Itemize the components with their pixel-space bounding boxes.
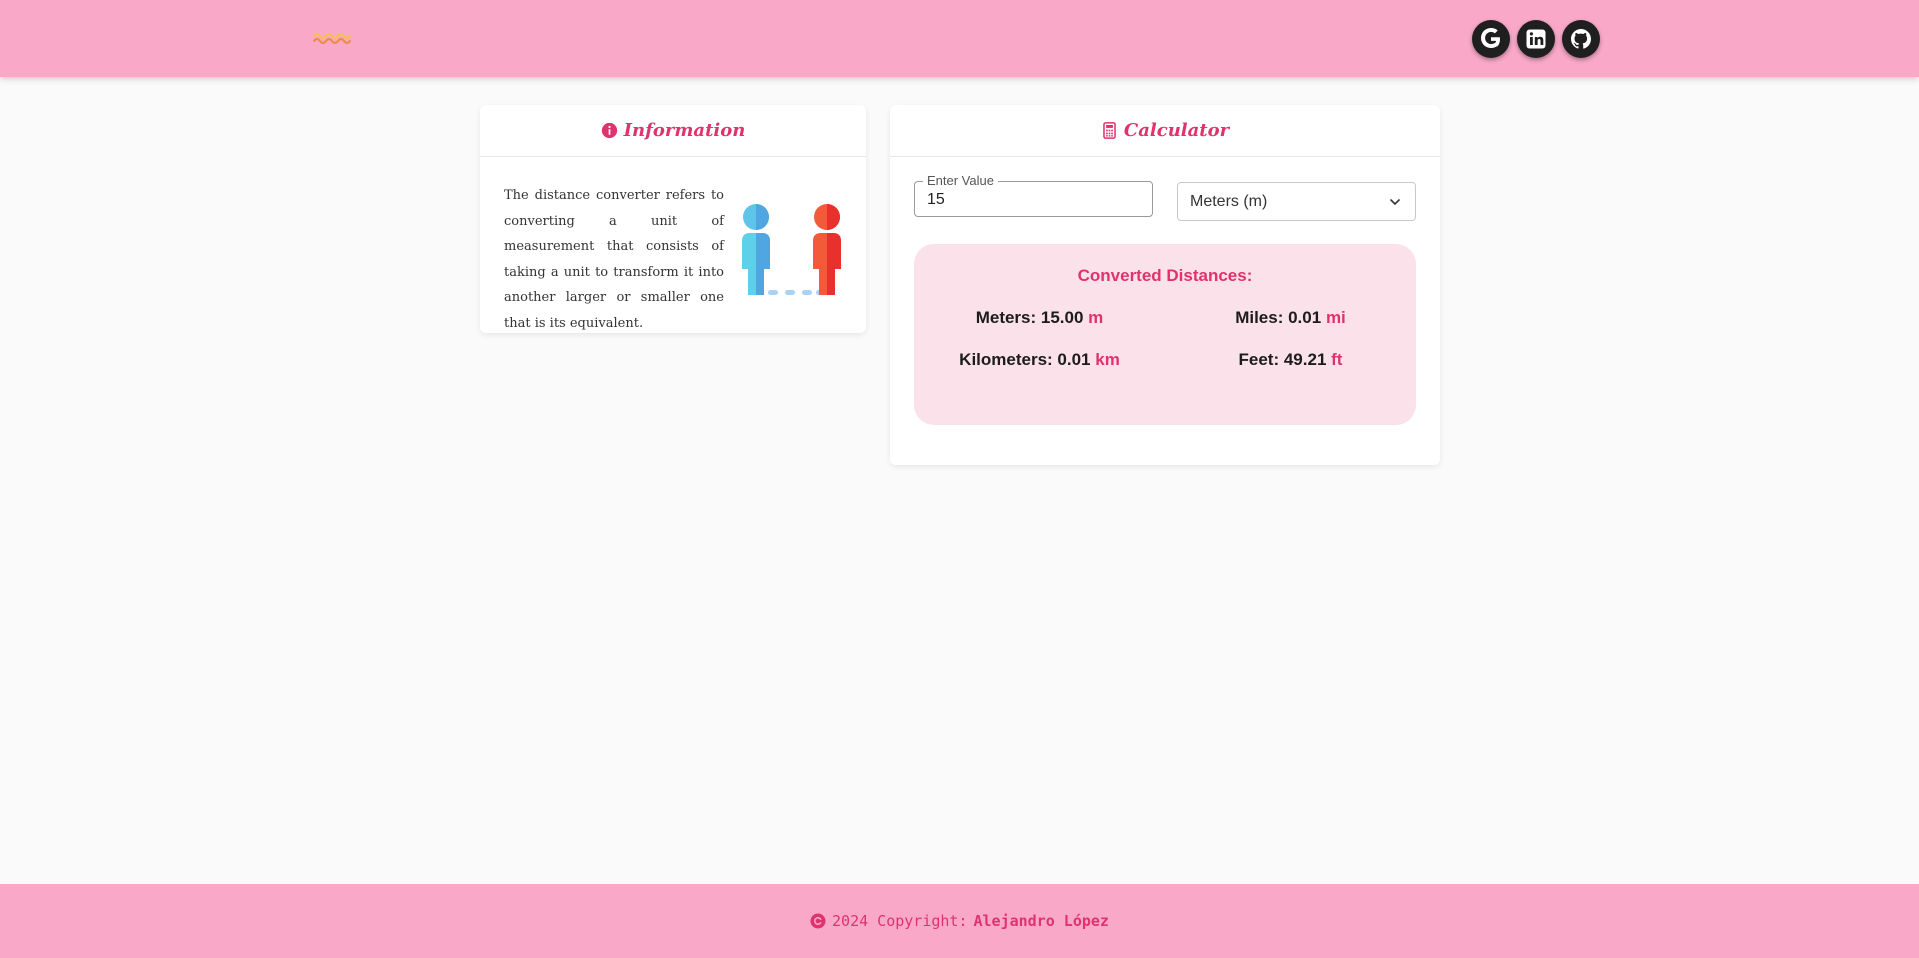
information-text: The distance converter refers to convert…: [504, 188, 724, 331]
linkedin-button[interactable]: [1517, 20, 1555, 58]
results-title: Converted Distances:: [1077, 266, 1253, 285]
value-label: Enter Value: [923, 173, 998, 189]
google-icon: [1481, 28, 1500, 48]
header: [0, 0, 1919, 77]
result-kilometers: Kilometers: 0.01 km: [914, 350, 1165, 370]
calculator-header: Calculator: [890, 105, 1440, 157]
selected-unit: Meters (m): [1190, 192, 1268, 210]
results-panel: Converted Distances: Meters: 15.00 m Mil…: [914, 244, 1416, 425]
calculator-card: Calculator Enter Value Meters (m) Conver…: [890, 105, 1440, 465]
result-miles: Miles: 0.01 mi: [1165, 308, 1416, 328]
result-meters: Meters: 15.00 m: [914, 308, 1165, 328]
information-card: Information The distance converter refer…: [480, 105, 866, 333]
copyright-text: 2024 Copyright:: [832, 912, 968, 930]
information-title: Information: [623, 120, 746, 141]
chevron-down-icon: [1390, 199, 1400, 205]
wave-logo-icon[interactable]: [313, 31, 353, 47]
result-meters-value: Meters: 15.00: [975, 308, 1084, 327]
result-feet-value: Feet: 49.21: [1238, 350, 1327, 369]
author-link[interactable]: Alejandro López: [974, 912, 1109, 930]
github-icon: [1571, 29, 1591, 49]
result-miles-unit: mi: [1325, 308, 1346, 327]
calculator-icon: [1103, 122, 1116, 139]
information-header: Information: [480, 105, 866, 157]
info-circle-icon: [601, 122, 617, 139]
footer: 2024 Copyright: Alejandro López: [0, 884, 1919, 958]
value-field[interactable]: Enter Value: [914, 173, 1153, 217]
result-feet-unit: ft: [1331, 350, 1343, 369]
result-kilometers-value: Kilometers: 0.01: [959, 350, 1091, 369]
github-button[interactable]: [1562, 20, 1600, 58]
unit-select[interactable]: Meters (m): [1177, 182, 1416, 221]
calculator-title: Calculator: [1123, 120, 1230, 141]
google-button[interactable]: [1472, 20, 1510, 58]
result-miles-value: Miles: 0.01: [1235, 308, 1322, 327]
linkedin-icon: [1526, 29, 1546, 49]
result-meters-unit: m: [1088, 308, 1104, 327]
result-kilometers-unit: km: [1095, 350, 1120, 369]
value-input[interactable]: [927, 191, 1142, 209]
two-people-distance-icon: [742, 204, 841, 295]
copyright-icon: [810, 913, 826, 929]
result-feet: Feet: 49.21 ft: [1165, 350, 1416, 370]
